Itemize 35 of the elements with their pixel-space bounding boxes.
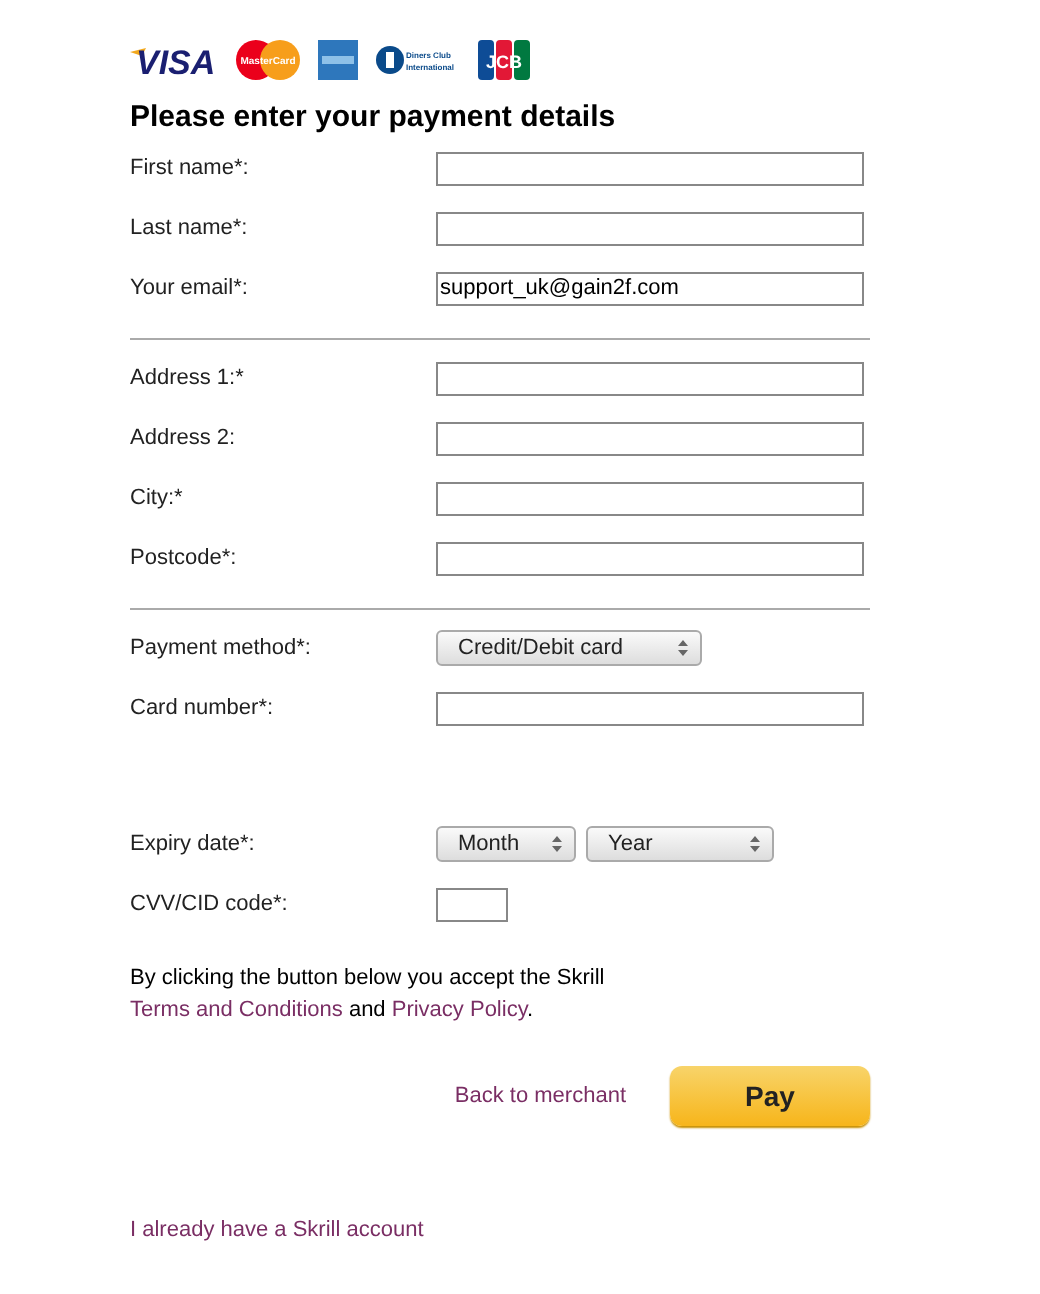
dropdown[interactable]: Month [436, 826, 576, 862]
terms-link[interactable]: Terms and Conditions [130, 998, 343, 1022]
field-label: CVV/CID code*: [130, 892, 290, 916]
amex-logo [318, 40, 358, 80]
input-field[interactable] [436, 361, 864, 395]
dropdown[interactable]: Year [586, 826, 774, 862]
field-label: Expiry date*: [130, 832, 257, 856]
dropdown[interactable]: Credit/Debit card [436, 630, 702, 666]
terms-notice: By clicking the button below you accept the Skrill Terms and Conditions and Privacy Policy. [130, 964, 607, 1026]
visa-logo: VISA [130, 42, 218, 78]
field-label: Payment method*: [130, 636, 313, 660]
input-field[interactable] [436, 421, 864, 455]
field-label: Address 1:* [130, 366, 246, 390]
page-heading: Please enter your payment details [130, 100, 618, 134]
input-field[interactable] [436, 151, 864, 185]
input-field[interactable] [436, 481, 864, 515]
pay-button[interactable]: Pay [670, 1066, 870, 1126]
field-label: First name*: [130, 156, 251, 180]
input-field[interactable] [436, 691, 864, 725]
account-link[interactable]: I already have a Skrill account [130, 1218, 870, 1242]
field-label: Your email*: [130, 276, 250, 300]
privacy-link[interactable]: Privacy Policy [391, 998, 528, 1022]
input-field[interactable] [436, 211, 864, 245]
input-field[interactable] [436, 541, 864, 575]
field-label: Address 2: [130, 426, 238, 450]
field-label: Postcode*: [130, 546, 239, 570]
input-field[interactable]: support_uk@gain2f.com [436, 271, 864, 305]
stepper-arrows-icon [748, 834, 762, 854]
back-link[interactable]: Back to merchant [454, 1084, 626, 1108]
stepper-arrows-icon [676, 638, 690, 658]
field-label: City:* [130, 486, 185, 510]
input-field[interactable] [436, 887, 508, 921]
stepper-arrows-icon [550, 834, 564, 854]
field-label: Last name*: [130, 216, 250, 240]
field-label: Card number*: [130, 696, 276, 720]
